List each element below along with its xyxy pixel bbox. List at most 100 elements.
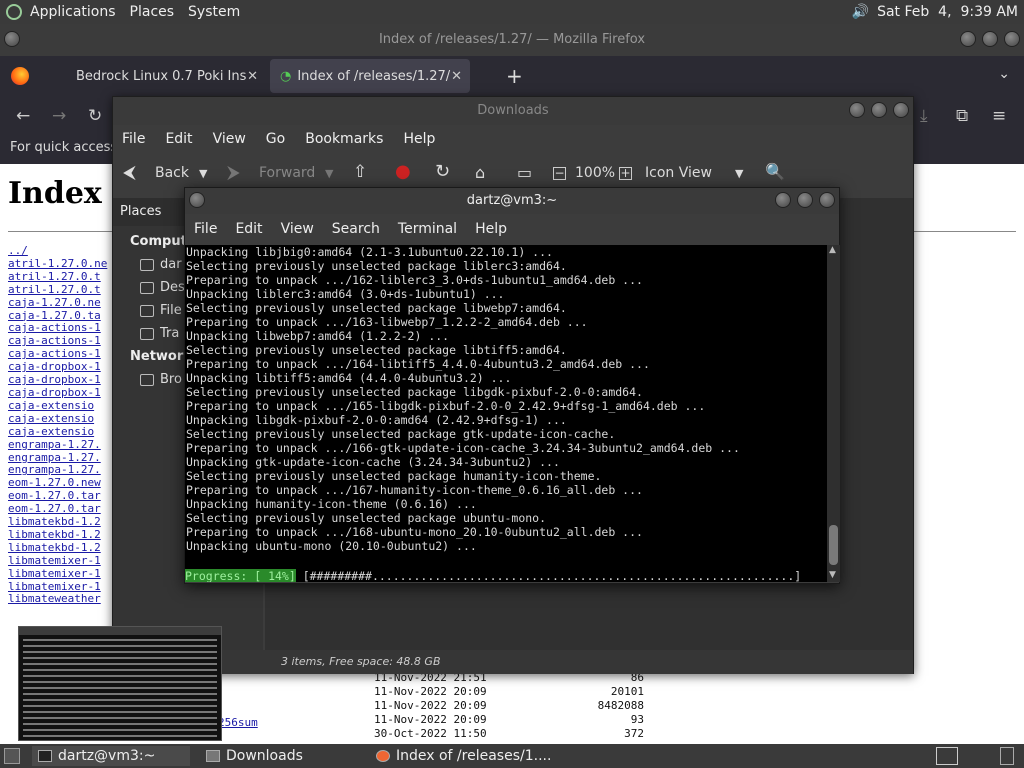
sha256sum-link[interactable]: 256sum — [218, 716, 258, 729]
menu-go[interactable]: Go — [266, 131, 285, 147]
taskbar-item-downloads[interactable]: Downloads — [200, 746, 360, 766]
window-menu-icon[interactable] — [189, 192, 205, 208]
clock[interactable]: Sat Feb 4, 9:39 AM — [877, 4, 1018, 20]
close-tab-icon[interactable]: ✕ — [451, 69, 462, 84]
close-button[interactable] — [893, 102, 909, 118]
minimize-button[interactable] — [849, 102, 865, 118]
forward-button[interactable]: Forward — [259, 165, 315, 181]
menu-file[interactable]: File — [122, 131, 145, 147]
maximize-button[interactable] — [871, 102, 887, 118]
file-link[interactable]: libmatekbd-1.2 — [8, 541, 107, 555]
zoom-in-icon[interactable]: + — [619, 167, 632, 180]
sidebar-item-filesystem[interactable]: File — [140, 303, 182, 318]
tab-index-releases[interactable]: ◔ Index of /releases/1.27/ ✕ — [270, 59, 470, 93]
scrollbar-thumb[interactable] — [829, 525, 838, 565]
workspace-switcher[interactable] — [936, 747, 958, 765]
sidebar-item-desktop[interactable]: Des — [140, 280, 185, 295]
minimize-button[interactable] — [775, 192, 791, 208]
zoom-out-icon[interactable]: − — [553, 167, 566, 180]
back-button[interactable]: Back — [155, 165, 189, 181]
close-button[interactable] — [1004, 31, 1020, 47]
sidebar-item-home[interactable]: dar — [140, 257, 182, 272]
file-link[interactable]: caja-extensio — [8, 412, 107, 426]
file-link[interactable]: atril-1.27.0.t — [8, 270, 107, 284]
applications-menu[interactable]: Applications — [30, 4, 116, 20]
firefox-titlebar[interactable]: Index of /releases/1.27/ — Mozilla Firef… — [0, 24, 1024, 56]
menu-edit[interactable]: Edit — [165, 131, 192, 147]
file-link[interactable]: ../ — [8, 244, 107, 258]
back-dropdown-icon[interactable]: ▼ — [199, 167, 207, 180]
thumbnail-line — [23, 705, 217, 707]
terminal-titlebar[interactable]: dartz@vm3:~ — [185, 188, 839, 214]
menu-edit[interactable]: Edit — [235, 221, 262, 237]
file-link[interactable]: libmateweather — [8, 593, 107, 606]
view-mode-dropdown-icon[interactable]: ▼ — [735, 167, 743, 180]
downloads-icon[interactable]: ⤓ — [920, 106, 928, 126]
menu-view[interactable]: View — [213, 131, 246, 147]
forward-dropdown-icon[interactable]: ▼ — [325, 167, 333, 180]
file-link[interactable]: libmatekbd-1.2 — [8, 528, 107, 542]
minimize-button[interactable] — [960, 31, 976, 47]
menu-help[interactable]: Help — [475, 221, 507, 237]
stop-icon[interactable]: ● — [395, 161, 411, 182]
terminal-line: Preparing to unpack .../164-libtiff5_4.4… — [186, 357, 650, 371]
scroll-down-icon[interactable]: ▼ — [829, 570, 836, 580]
terminal-scrollbar[interactable]: ▲ ▼ — [827, 245, 840, 582]
trash-icon[interactable] — [1000, 747, 1014, 765]
menu-view[interactable]: View — [281, 221, 314, 237]
taskbar-item-terminal[interactable]: dartz@vm3:~ — [32, 746, 190, 766]
terminal-line: Unpacking libtiff5:amd64 (4.4.0-4ubuntu3… — [186, 371, 512, 385]
file-link[interactable]: libmatekbd-1.2 — [8, 515, 107, 529]
window-menu-icon[interactable] — [4, 31, 20, 47]
taskbar-item-firefox[interactable]: Index of /releases/1.... — [370, 746, 570, 766]
tab-label: Index of /releases/1.27/ — [297, 68, 451, 84]
sidebar-item-browse-network[interactable]: Bro — [140, 372, 182, 387]
downloads-titlebar[interactable]: Downloads — [113, 97, 913, 125]
menu-terminal[interactable]: Terminal — [398, 221, 457, 237]
volume-icon[interactable]: 🔊 — [852, 4, 869, 20]
forward-arrow-icon[interactable]: → — [52, 106, 66, 126]
file-link[interactable]: libmatemixer-1 — [8, 554, 107, 568]
menu-search[interactable]: Search — [332, 221, 380, 237]
places-menu[interactable]: Places — [130, 4, 175, 20]
reload-icon[interactable]: ↻ — [435, 161, 450, 182]
scroll-up-icon[interactable]: ▲ — [829, 245, 836, 255]
firefox-logo-icon[interactable] — [11, 67, 29, 85]
up-arrow-icon[interactable]: ⇧ — [353, 162, 367, 182]
mate-logo-icon[interactable] — [6, 4, 22, 20]
file-link[interactable]: atril-1.27.0.ne — [8, 257, 107, 271]
hamburger-menu-icon[interactable]: ≡ — [992, 106, 1006, 126]
file-link[interactable]: caja-extensio — [8, 425, 107, 439]
file-link[interactable]: engrampa-1.27. — [8, 438, 107, 452]
file-link[interactable]: libmatemixer-1 — [8, 567, 107, 581]
menu-help[interactable]: Help — [403, 131, 435, 147]
menu-file[interactable]: File — [194, 221, 217, 237]
tab-list-chevron-icon[interactable]: ⌄ — [998, 66, 1010, 82]
maximize-button[interactable] — [797, 192, 813, 208]
terminal-output[interactable]: Unpacking libjbig0:amd64 (2.1-3.1ubuntu0… — [185, 245, 827, 582]
sidebar-item-label: Tra — [160, 326, 180, 341]
close-tab-icon[interactable]: ✕ — [247, 69, 258, 84]
downloads-window-title: Downloads — [477, 103, 549, 118]
tab-bedrock[interactable]: Bedrock Linux 0.7 Poki Instal ✕ — [66, 59, 266, 93]
new-tab-button[interactable]: + — [506, 64, 523, 88]
maximize-button[interactable] — [982, 31, 998, 47]
show-desktop-icon[interactable] — [4, 748, 20, 764]
reload-icon[interactable]: ↻ — [88, 106, 102, 126]
close-button[interactable] — [819, 192, 835, 208]
computer-icon[interactable]: ▭ — [517, 163, 532, 182]
view-mode-select[interactable]: Icon View — [645, 165, 712, 181]
file-link[interactable]: caja-extensio — [8, 399, 107, 413]
back-arrow-icon[interactable]: ← — [16, 106, 30, 126]
back-arrow-icon[interactable]: ⮜ — [123, 162, 136, 183]
home-icon[interactable]: ⌂ — [475, 163, 485, 182]
sidebar-item-trash[interactable]: Tra — [140, 326, 179, 341]
menu-bookmarks[interactable]: Bookmarks — [305, 131, 383, 147]
file-link[interactable]: caja-dropbox-1 — [8, 386, 107, 400]
system-menu[interactable]: System — [188, 4, 240, 20]
file-link[interactable]: caja-1.27.0.ne — [8, 296, 107, 310]
search-icon[interactable]: 🔍 — [765, 162, 785, 181]
extensions-icon[interactable]: ⧉ — [956, 106, 968, 126]
file-link[interactable]: atril-1.27.0.t — [8, 283, 107, 297]
forward-arrow-icon[interactable]: ⮞ — [227, 162, 240, 183]
